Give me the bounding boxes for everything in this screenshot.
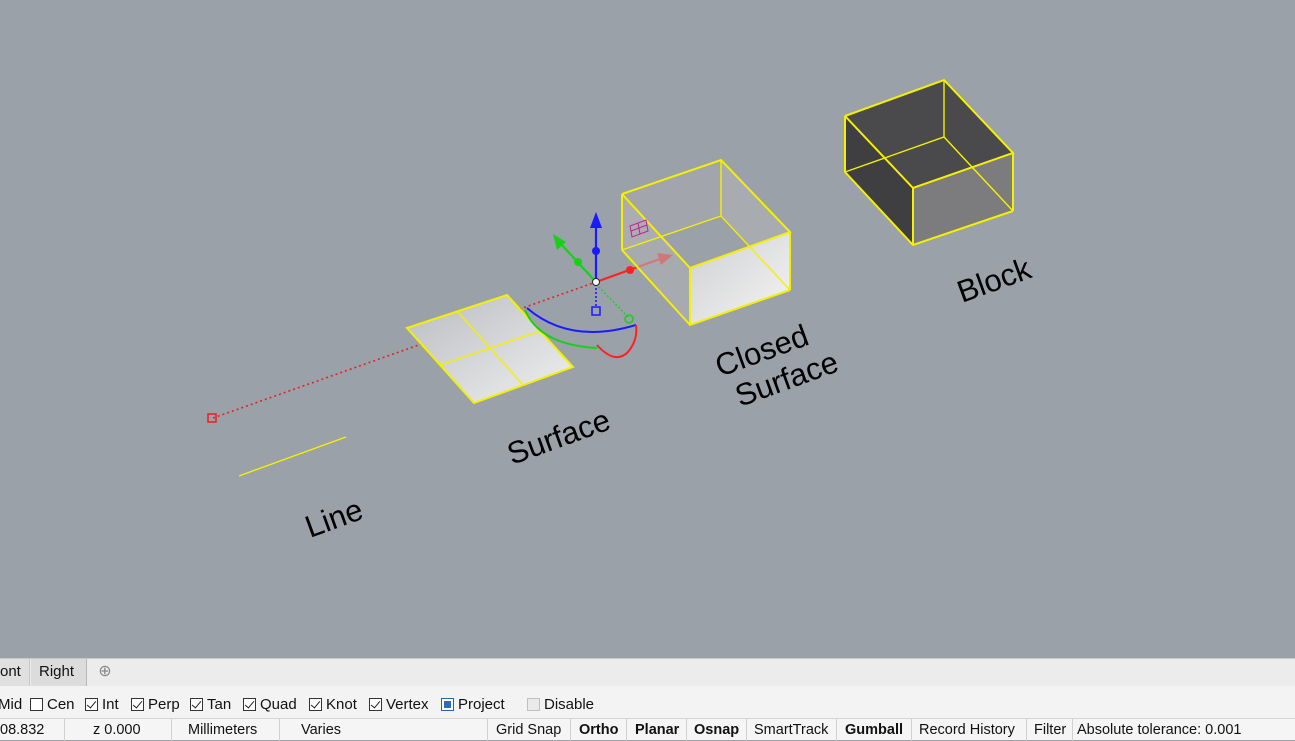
- label-block: Block: [952, 251, 1036, 310]
- gumball-y-scale-handle[interactable]: [574, 258, 582, 266]
- smarttrack-toggle[interactable]: SmartTrack: [754, 719, 828, 741]
- perspective-viewport[interactable]: Line Surface Closed Surface Block: [0, 0, 1295, 658]
- filter-toggle[interactable]: Filter: [1034, 719, 1066, 741]
- gumball-rotate-z-arc[interactable]: [526, 307, 637, 334]
- line-object[interactable]: [238, 436, 347, 477]
- osnap-toggle[interactable]: Osnap: [694, 719, 739, 741]
- coord-z: z 0.000: [93, 722, 141, 738]
- osnap-checkbox[interactable]: [131, 697, 144, 711]
- osnap-label: Cen: [47, 695, 75, 713]
- add-viewport-tab-button[interactable]: ⊕: [89, 659, 121, 686]
- plus-icon: ⊕: [98, 663, 112, 680]
- label-line: Line: [300, 492, 367, 545]
- tab-right[interactable]: Right: [31, 659, 87, 686]
- gumball-z-extrude-handle[interactable]: [591, 306, 601, 316]
- osnap-checkbox[interactable]: [190, 697, 203, 711]
- osnap-bar: Mid Cen Int Perp Tan Quad Knot Vertex Pr…: [0, 686, 1295, 718]
- units-display[interactable]: Millimeters: [188, 719, 257, 741]
- record-history-toggle[interactable]: Record History: [919, 719, 1015, 741]
- osnap-disable[interactable]: Disable: [527, 694, 594, 714]
- closed-surface-object[interactable]: [621, 158, 792, 327]
- osnap-label: Knot: [326, 695, 357, 713]
- osnap-checkbox[interactable]: [441, 697, 454, 711]
- osnap-label: Disable: [544, 695, 595, 713]
- osnap-label: Tan: [207, 695, 232, 713]
- gumball-x-scale-handle[interactable]: [626, 266, 634, 274]
- osnap-checkbox[interactable]: [309, 697, 322, 711]
- osnap-label: Mid: [0, 695, 23, 713]
- absolute-tolerance: Absolute tolerance: 0.001: [1077, 722, 1242, 738]
- gumball-toggle[interactable]: Gumball: [845, 719, 903, 741]
- osnap-checkbox[interactable]: [243, 697, 256, 711]
- label-surface: Surface: [502, 402, 614, 471]
- osnap-checkbox[interactable]: [30, 697, 43, 711]
- osnap-mid[interactable]: Mid: [0, 694, 22, 714]
- gumball-z-arrow[interactable]: [590, 212, 602, 228]
- tab-front[interactable]: ont: [0, 659, 30, 686]
- osnap-quad[interactable]: Quad: [243, 694, 297, 714]
- osnap-int[interactable]: Int: [85, 694, 119, 714]
- osnap-perp[interactable]: Perp: [131, 694, 180, 714]
- osnap-cen[interactable]: Cen: [30, 694, 75, 714]
- layer-display[interactable]: Varies: [301, 719, 341, 741]
- osnap-label: Project: [458, 695, 505, 713]
- osnap-label: Quad: [260, 695, 297, 713]
- osnap-tan[interactable]: Tan: [190, 694, 231, 714]
- viewport-canvas[interactable]: Line Surface Closed Surface Block: [0, 0, 1295, 658]
- viewport-tabs: ont Right ⊕: [0, 658, 1295, 686]
- osnap-checkbox[interactable]: [85, 697, 98, 711]
- osnap-vertex[interactable]: Vertex: [369, 694, 429, 714]
- osnap-checkbox[interactable]: [527, 697, 540, 711]
- block-object[interactable]: [844, 78, 1015, 247]
- osnap-knot[interactable]: Knot: [309, 694, 357, 714]
- coord-x: 08.832: [0, 722, 45, 738]
- osnap-project[interactable]: Project: [441, 694, 505, 714]
- osnap-label: Int: [102, 695, 119, 713]
- status-bar: 08.832 z 0.000 Millimeters Varies Grid S…: [0, 718, 1295, 741]
- gumball-y-extrude-handle[interactable]: [624, 314, 634, 324]
- gumball-origin[interactable]: [592, 278, 600, 286]
- planar-toggle[interactable]: Planar: [635, 719, 679, 741]
- osnap-checkbox[interactable]: [369, 697, 382, 711]
- osnap-label: Vertex: [386, 695, 429, 713]
- surface-object[interactable]: [405, 293, 575, 405]
- gumball-z-scale-handle[interactable]: [592, 247, 600, 255]
- grid-snap-toggle[interactable]: Grid Snap: [496, 719, 561, 741]
- osnap-label: Perp: [148, 695, 180, 713]
- ortho-toggle[interactable]: Ortho: [579, 719, 618, 741]
